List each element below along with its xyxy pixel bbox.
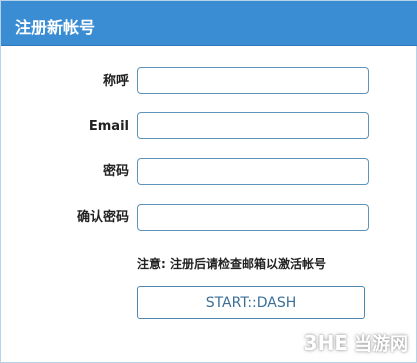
nickname-label: 称呼 [102, 74, 129, 89]
confirm-password-label: 确认密码 [76, 210, 129, 225]
password-label: 密码 [102, 164, 129, 179]
registration-panel: 注册新帐号 称呼 Email 密码 确认密码 注意: 注册后请检查邮箱以激活帐号… [0, 0, 417, 363]
password-input[interactable] [137, 158, 369, 185]
site-watermark: 3HE 当游网 [304, 330, 408, 356]
activation-notice: 注意: 注册后请检查邮箱以激活帐号 [137, 257, 326, 271]
panel-title: 注册新帐号 [15, 18, 96, 37]
panel-title-bar: 注册新帐号 [1, 1, 417, 46]
confirm-password-input[interactable] [137, 204, 369, 231]
email-label: Email [88, 119, 129, 134]
email-input[interactable] [137, 112, 369, 139]
register-submit-button[interactable]: START::DASH [137, 286, 365, 319]
watermark-logo: 3HE [303, 331, 348, 355]
nickname-input[interactable] [137, 67, 369, 94]
watermark-site-name: 当游网 [354, 334, 408, 355]
